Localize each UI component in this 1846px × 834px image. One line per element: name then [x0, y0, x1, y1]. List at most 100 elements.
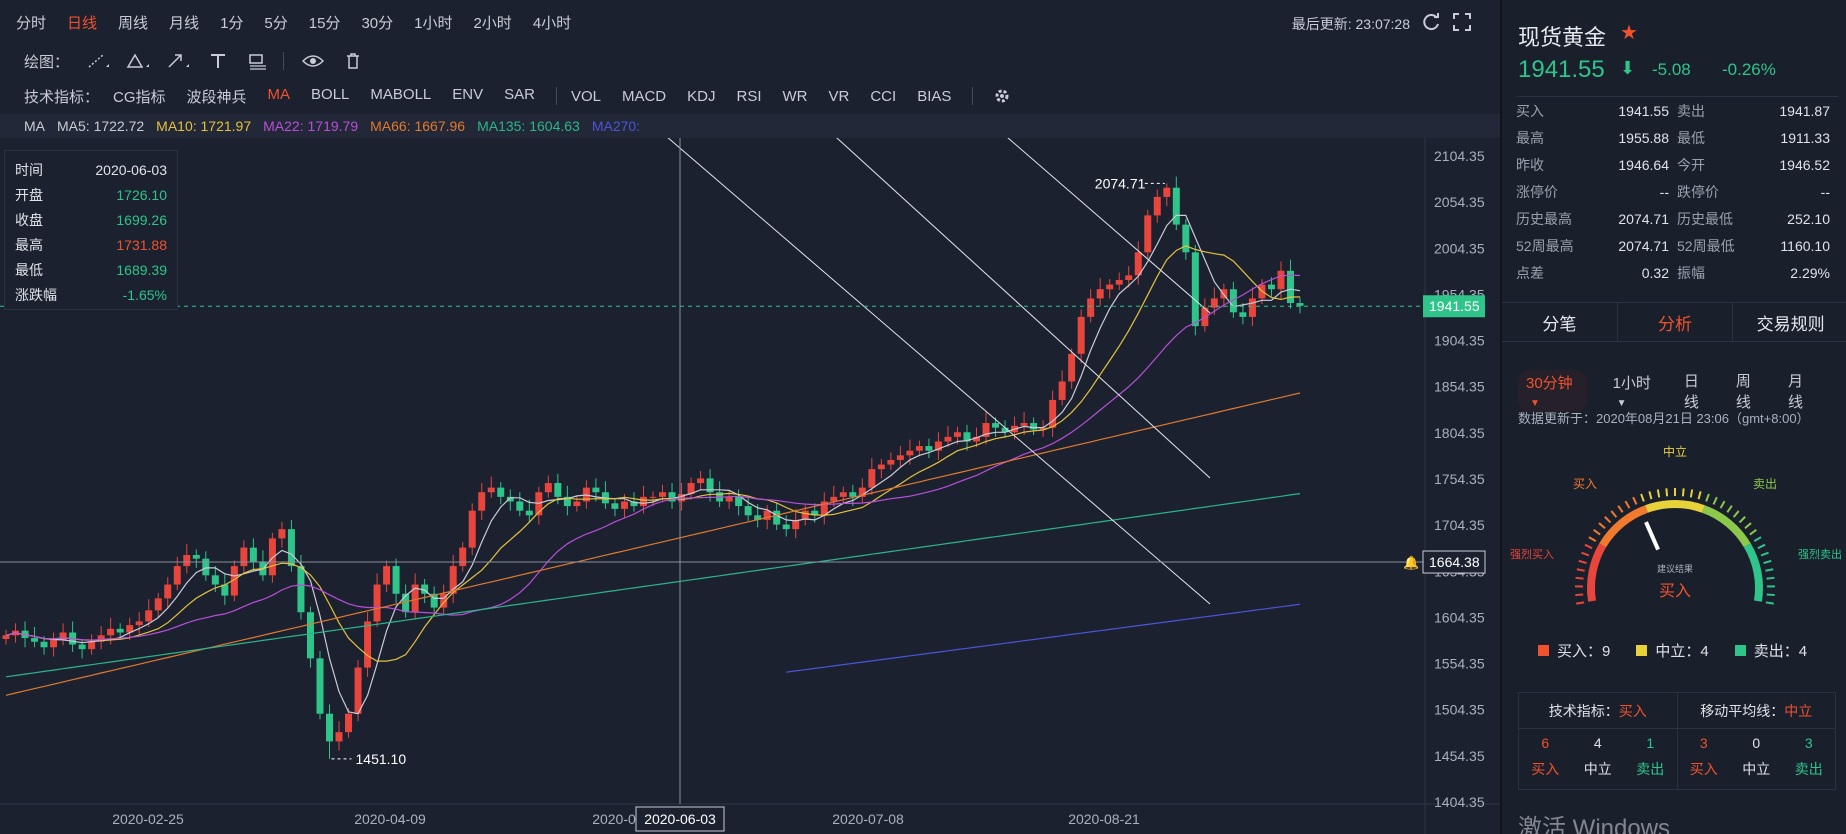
ma-legend-item: MA5: 1722.72: [57, 118, 145, 134]
candle-body: [249, 547, 257, 562]
indicator-tab[interactable]: BOLL: [311, 86, 349, 107]
candle-body: [31, 638, 39, 642]
favorite-star-icon[interactable]: ★: [1620, 20, 1638, 45]
indicator-separator-2: [972, 87, 974, 105]
candle-body: [1144, 215, 1152, 253]
quote-label: 点差: [1516, 264, 1544, 281]
candle-body: [735, 496, 743, 507]
analysis-period-option[interactable]: 1小时▼: [1613, 372, 1658, 410]
indicator-tab[interactable]: MA: [268, 86, 291, 107]
period-tab[interactable]: 4小时: [533, 12, 571, 33]
tab-analysis[interactable]: 分析: [1618, 303, 1734, 341]
period-tab[interactable]: 30分: [361, 12, 393, 33]
indicator-tab[interactable]: MABOLL: [370, 86, 431, 107]
fullscreen-icon[interactable]: [1452, 12, 1472, 32]
sub-indicator-tab[interactable]: CCI: [870, 88, 896, 105]
indicator-tab[interactable]: CG指标: [113, 86, 166, 107]
quote-label: 历史最高: [1516, 210, 1572, 227]
crosshair-date-label: 2020-06-03: [644, 811, 716, 827]
period-tab[interactable]: 周线: [118, 12, 148, 33]
period-tab[interactable]: 1分: [220, 12, 243, 33]
analysis-period-option[interactable]: 月线: [1788, 370, 1814, 412]
period-tab[interactable]: 月线: [169, 12, 199, 33]
candle-body: [145, 610, 153, 622]
gauge-tick: [1766, 576, 1775, 580]
info-value: 1699.26: [116, 211, 167, 228]
legend-swatch: [1538, 645, 1549, 656]
sub-indicator-tab[interactable]: VR: [829, 88, 850, 105]
summary-title-value: 中立: [1784, 702, 1813, 719]
period-tab[interactable]: 2小时: [473, 12, 511, 33]
summary-count: 3: [1699, 735, 1708, 751]
candle-body: [116, 628, 124, 633]
analysis-period-option[interactable]: 日线: [1684, 370, 1710, 412]
candle-body: [2, 635, 10, 639]
candle-body: [1087, 298, 1095, 317]
indicator-tab[interactable]: SAR: [504, 86, 535, 107]
quote-row: 昨收 1946.64 今开 1946.52: [1516, 151, 1838, 178]
summary-grid: 3 买入 0 中立 3 卖出: [1678, 729, 1836, 779]
sub-indicator-tab[interactable]: MACD: [622, 88, 666, 105]
period-tab[interactable]: 15分: [309, 12, 341, 33]
quote-label: 卖出: [1677, 102, 1705, 119]
candle-body: [1077, 316, 1085, 354]
x-tick-label: 2020-02-25: [112, 811, 184, 827]
gauge-tick: [1610, 510, 1618, 518]
line-segment-icon[interactable]: [83, 51, 113, 71]
candlestick-chart[interactable]: 2104.352054.352004.351954.351904.351854.…: [0, 138, 1500, 834]
candle-body: [915, 446, 923, 451]
analysis-period-option[interactable]: 30分钟▼: [1518, 370, 1587, 412]
candle-body: [497, 487, 505, 497]
quote-value: 1160.10: [1780, 237, 1830, 254]
y-tick-label: 1554.35: [1434, 656, 1485, 672]
candle-body: [202, 558, 210, 576]
info-label: 开盘: [15, 186, 43, 203]
gauge-label-strong-buy: 强烈买入: [1510, 547, 1554, 561]
period-tab[interactable]: 分时: [16, 12, 46, 33]
info-value: 1726.10: [116, 186, 167, 203]
summary-column: 3 买入: [1678, 729, 1731, 779]
period-tab[interactable]: 5分: [264, 12, 287, 33]
quote-label: 历史最低: [1677, 210, 1733, 227]
summary-label: 卖出: [1636, 761, 1665, 777]
gauge-tick: [1624, 500, 1631, 509]
candle-body: [316, 658, 324, 714]
candle-body: [725, 496, 733, 502]
quote-label: 今开: [1677, 156, 1705, 173]
sub-indicator-tab[interactable]: BIAS: [917, 88, 951, 105]
y-tick-label: 2054.35: [1434, 194, 1485, 210]
gauge-tick: [1697, 491, 1702, 500]
tab-ticks[interactable]: 分笔: [1502, 303, 1618, 341]
sub-indicator-tab[interactable]: KDJ: [687, 88, 715, 105]
trend-channel-line: [667, 138, 1211, 605]
tab-trading-rules[interactable]: 交易规则: [1733, 303, 1846, 341]
indicator-tab[interactable]: ENV: [452, 86, 483, 107]
quote-value: 2.29%: [1790, 264, 1830, 281]
period-tab[interactable]: 日线: [67, 12, 97, 33]
sub-indicator-tab[interactable]: WR: [783, 88, 808, 105]
triangle-icon[interactable]: [123, 51, 153, 71]
ma-legend-item: MA10: 1721.97: [156, 118, 252, 134]
analysis-period-option[interactable]: 周线: [1736, 370, 1762, 412]
trash-icon[interactable]: [338, 51, 368, 71]
price-change-percent: -0.26%: [1722, 60, 1776, 79]
gauge-legend: 买入：9 中立：4 卖出：4: [1538, 640, 1833, 661]
low-annotation: 1451.10: [356, 751, 407, 767]
candle-body: [773, 510, 781, 525]
period-tab[interactable]: 1小时: [414, 12, 452, 33]
candle-info-box: 时间 2020-06-03 开盘 1726.10 收盘 1699.26 最高 1731.88 最…: [4, 150, 178, 310]
sub-indicator-tab[interactable]: RSI: [736, 88, 761, 105]
sub-indicator-tab[interactable]: VOL: [571, 88, 601, 105]
refresh-icon[interactable]: [1422, 12, 1442, 32]
text-tool-icon[interactable]: [203, 51, 233, 71]
gauge-tick: [1617, 505, 1624, 513]
arrow-line-icon[interactable]: [163, 51, 193, 71]
quote-value: 0.32: [1641, 264, 1669, 281]
analysis-update-time: 数据更新于：2020年08月21日 23:06（gmt+8:00）: [1518, 411, 1810, 426]
candle-body: [478, 492, 486, 511]
settings-gear-icon[interactable]: [987, 86, 1017, 106]
indicator-tab[interactable]: 波段神兵: [187, 86, 247, 107]
eye-icon[interactable]: [298, 51, 328, 71]
price-label-icon[interactable]: [243, 51, 273, 71]
analysis-period-label: 30分钟: [1526, 375, 1573, 392]
